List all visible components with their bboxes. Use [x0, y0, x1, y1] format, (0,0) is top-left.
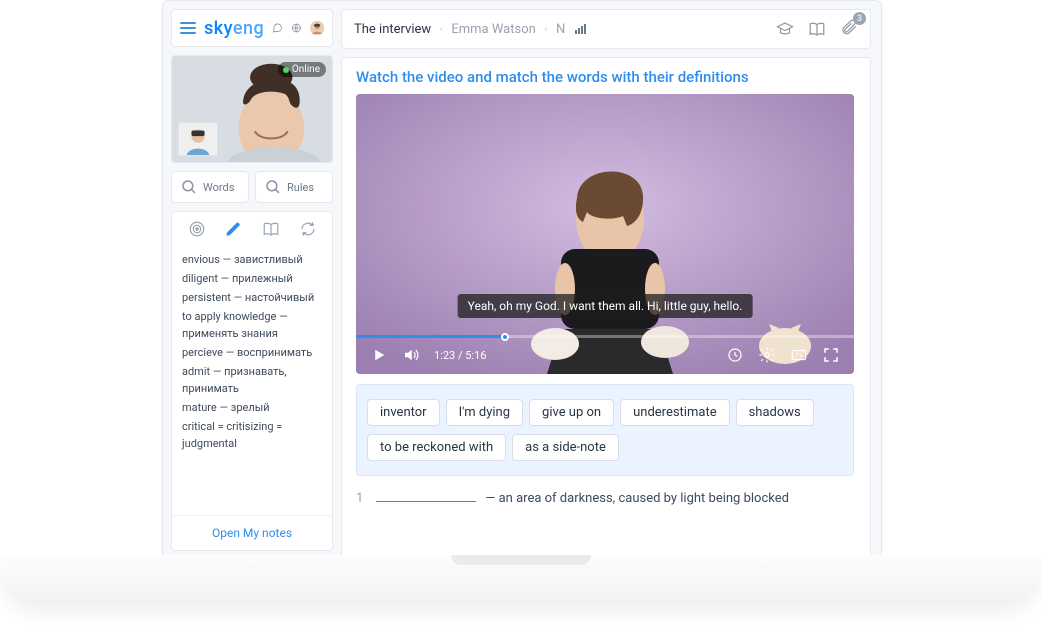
video-player[interactable]: Yeah, oh my God. I want them all. Hi, li…	[356, 94, 854, 374]
lesson-header: The interview · Emma Watson · N 3	[341, 9, 871, 49]
exercise-number: 1	[356, 491, 366, 506]
globe-icon[interactable]	[291, 19, 302, 37]
word-chip[interactable]: give up on	[529, 399, 614, 426]
lesson-subtitle: Emma Watson	[451, 22, 535, 37]
target-icon[interactable]	[188, 220, 206, 238]
vocab-entry[interactable]: persistent — настойчивый	[182, 288, 322, 307]
answer-blank[interactable]	[376, 488, 476, 502]
word-chip[interactable]: shadows	[736, 399, 814, 426]
play-icon[interactable]	[370, 346, 388, 364]
search-words[interactable]: Words	[171, 171, 249, 203]
online-badge: Online	[278, 62, 326, 77]
pen-icon[interactable]	[225, 220, 243, 238]
lesson-content: Watch the video and match the words with…	[341, 57, 871, 559]
attachments-badge: 3	[853, 12, 866, 25]
word-chip[interactable]: I'm dying	[446, 399, 523, 426]
book-icon[interactable]	[262, 220, 280, 238]
menu-icon[interactable]	[180, 22, 196, 34]
search-icon	[180, 178, 198, 196]
chat-bubble-icon[interactable]	[272, 19, 283, 37]
vocab-entry[interactable]: percieve — воспринимать	[182, 343, 322, 362]
video-time: 1:23 / 5:16	[434, 349, 486, 362]
exercise-definition: — an area of darkness, caused by light b…	[485, 491, 789, 506]
search-rules[interactable]: Rules	[255, 171, 333, 203]
video-subtitle: Yeah, oh my God. I want them all. Hi, li…	[458, 294, 753, 318]
logo: skyeng	[204, 18, 264, 39]
task-instruction: Watch the video and match the words with…	[342, 58, 868, 94]
word-chip[interactable]: inventor	[367, 399, 440, 426]
refresh-icon[interactable]	[299, 220, 317, 238]
vocab-entry[interactable]: to apply knowledge — применять знания	[182, 307, 322, 343]
lesson-level: N	[556, 22, 565, 37]
vocabulary-panel: envious — завистливыйdiligent — прилежны…	[171, 211, 333, 551]
vocabulary-list: envious — завистливыйdiligent — прилежны…	[172, 246, 332, 515]
open-book-icon[interactable]	[808, 20, 826, 38]
search-rules-label: Rules	[287, 181, 314, 194]
lesson-title: The interview	[354, 22, 431, 37]
open-notes-button[interactable]: Open My notes	[172, 515, 332, 550]
captions-icon[interactable]	[790, 346, 808, 364]
self-view[interactable]	[178, 122, 218, 156]
graduation-cap-icon[interactable]	[776, 20, 794, 38]
vocab-toolbar	[172, 212, 332, 246]
search-words-label: Words	[203, 181, 234, 194]
loop-icon[interactable]	[726, 346, 744, 364]
teacher-avatar[interactable]	[310, 16, 324, 40]
settings-icon[interactable]	[758, 346, 776, 364]
word-chip[interactable]: as a side-note	[512, 434, 619, 461]
webcam-panel: Online	[171, 55, 333, 163]
vocab-entry[interactable]: admit — признавать, принимать	[182, 362, 322, 398]
laptop-base	[0, 555, 1042, 600]
word-bank: inventorI'm dyinggive up onunderestimate…	[356, 384, 854, 476]
sidebar-header: skyeng	[171, 9, 333, 47]
vocab-entry[interactable]: diligent — прилежный	[182, 269, 322, 288]
word-chip[interactable]: to be reckoned with	[367, 434, 506, 461]
word-chip[interactable]: underestimate	[620, 399, 730, 426]
signal-icon	[575, 24, 586, 34]
volume-icon[interactable]	[402, 346, 420, 364]
vocab-entry[interactable]: envious — завистливый	[182, 250, 322, 269]
search-icon	[264, 178, 282, 196]
vocab-entry[interactable]: critical = critisizing = judgmental	[182, 417, 322, 453]
exercise-item: 1 — an area of darkness, caused by light…	[356, 488, 854, 506]
vocab-entry[interactable]: mature — зрелый	[182, 398, 322, 417]
fullscreen-icon[interactable]	[822, 346, 840, 364]
